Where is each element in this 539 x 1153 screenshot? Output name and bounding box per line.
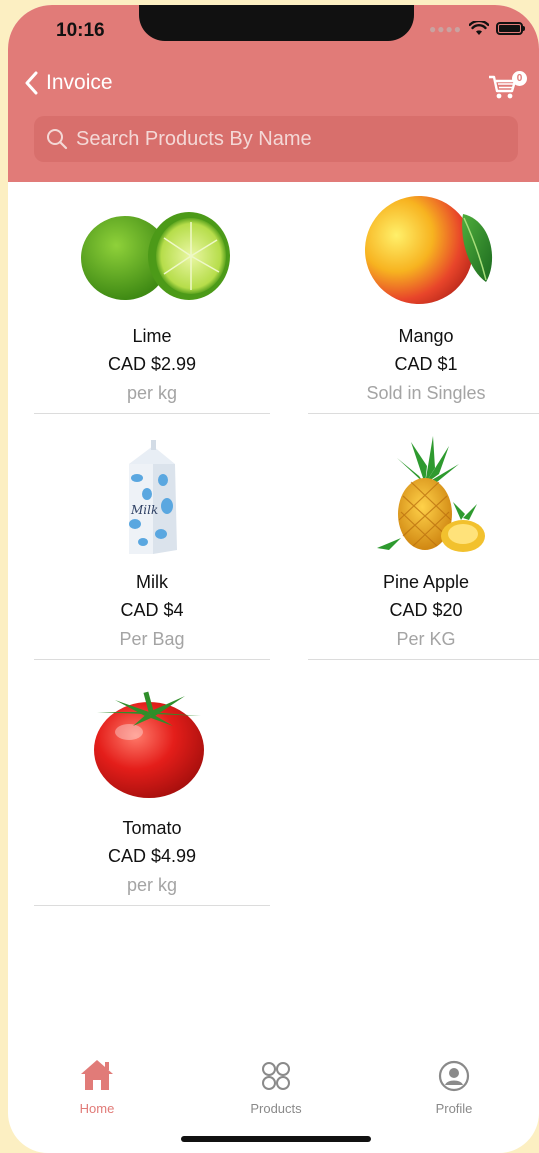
tab-products[interactable]: Products [216,1060,336,1116]
home-icon [81,1060,113,1090]
product-name: Tomato [122,818,182,838]
product-unit: per kg [126,383,178,403]
tab-products-label: Products [250,1101,302,1116]
mango-image [365,196,493,304]
status-icons: ●●●● [429,21,525,36]
product-price: CAD $20 [389,600,463,620]
cart-count-badge: 0 [512,71,527,86]
grid-icon [262,1062,290,1090]
status-time: 10:16 [56,20,105,41]
search-placeholder: Search Products By Name [76,127,312,150]
product-name: Milk [136,572,168,592]
wifi-icon [469,21,489,35]
product-card[interactable]: Milk Milk CAD $4 Per Bag [34,428,270,660]
tab-bar: Home Products Profile [8,1050,539,1130]
product-unit: Per Bag [119,629,185,649]
product-price: CAD $2.99 [107,354,197,374]
back-button[interactable]: Invoice [24,71,113,95]
product-price: CAD $4.99 [107,846,197,866]
product-card[interactable]: Pine Apple CAD $20 Per KG [308,428,539,660]
search-input[interactable]: Search Products By Name [34,116,518,162]
tomato-image [94,691,204,798]
tab-home[interactable]: Home [37,1058,157,1116]
product-card[interactable]: Mango CAD $1 Sold in Singles [308,182,539,414]
svg-text:Milk: Milk [130,503,158,517]
search-icon [47,129,68,150]
cart-button[interactable]: 0 [487,69,527,101]
tab-home-label: Home [79,1101,115,1116]
pineapple-image [377,436,485,552]
milk-carton-image: Milk [129,440,177,554]
product-name: Lime [132,326,172,346]
signal-icon: ●●●● [429,21,462,36]
home-indicator[interactable] [181,1136,371,1142]
product-unit: Sold in Singles [366,383,486,403]
battery-icon [496,22,525,35]
product-price: CAD $4 [120,600,184,620]
lime-image [81,212,230,300]
product-price: CAD $1 [394,354,458,374]
back-label: Invoice [46,71,113,94]
phone-screen: 10:16 ●●●● Invoice 0 Search Products By … [8,5,539,1153]
product-name: Mango [398,326,454,346]
chevron-left-icon [25,71,38,95]
tab-profile-label: Profile [435,1101,473,1116]
product-card[interactable]: Tomato CAD $4.99 per kg [34,674,270,906]
product-name: Pine Apple [382,572,470,592]
product-unit: Per KG [396,629,456,649]
tab-profile[interactable]: Profile [394,1060,514,1116]
profile-icon [438,1060,470,1092]
product-unit: per kg [126,875,178,895]
device-notch [139,5,414,41]
app-header: 10:16 ●●●● Invoice 0 Search Products By … [8,5,539,182]
product-card[interactable]: Lime CAD $2.99 per kg [34,182,270,414]
